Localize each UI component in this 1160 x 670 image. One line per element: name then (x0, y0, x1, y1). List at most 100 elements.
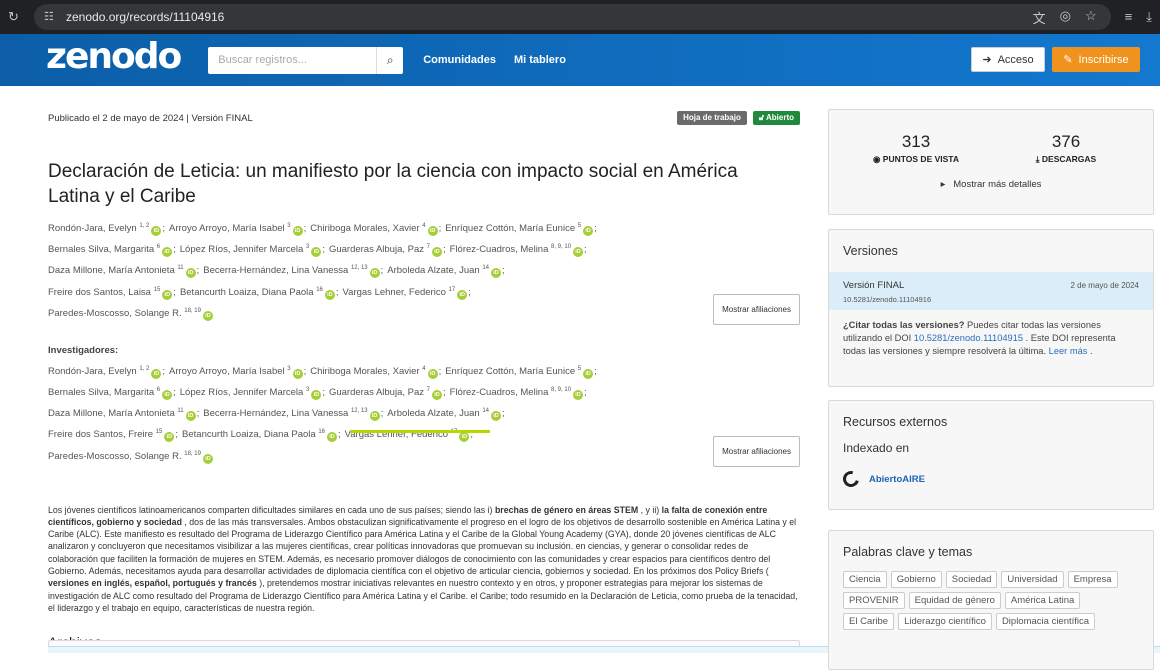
person-item[interactable]: Flórez-Cuadros, Melina 8, 9, 10iD (450, 387, 584, 401)
person-item[interactable]: Becerra-Hernández, Lina Vanessa 12, 13iD (203, 408, 380, 422)
orcid-icon[interactable]: iD (327, 432, 337, 443)
orcid-icon[interactable]: iD (162, 289, 173, 300)
person-item[interactable]: Guarderas Albuja, Paz 7iD (329, 244, 442, 258)
orcid-icon[interactable]: iD (162, 390, 173, 401)
keyword-tag[interactable]: Sociedad (945, 571, 998, 588)
person-item[interactable]: Chiriboga Morales, Xavier 4iD (310, 223, 438, 237)
keyword-tag[interactable]: PROVENIR (843, 592, 905, 609)
keyword-tag[interactable]: Liderazgo científico (898, 613, 992, 630)
orcid-icon[interactable]: iD (151, 368, 162, 379)
person-item[interactable]: López Ríos, Jennifer Marcela 3iD (180, 244, 322, 258)
zenodo-logo[interactable]: zenodo (46, 39, 182, 75)
person-item[interactable]: López Ríos, Jennifer Marcela 3iD (180, 387, 322, 401)
orcid-icon[interactable]: iD (457, 289, 468, 300)
orcid-icon[interactable]: iD (202, 310, 213, 321)
site-info-icon[interactable]: ☷ (44, 10, 58, 24)
person-name[interactable]: Daza Millone, María Antonieta (48, 408, 177, 419)
bookmark-star-icon[interactable]: ☆ (1085, 8, 1097, 27)
nav-dashboard[interactable]: Mi tablero (514, 54, 566, 66)
keyword-tag[interactable]: Empresa (1067, 571, 1118, 588)
person-item[interactable]: Arroyo Arroyo, María Isabel 3iD (169, 366, 303, 379)
orcid-icon[interactable]: iD (185, 411, 196, 422)
openaire-link[interactable]: AbiertoAIRE (869, 474, 925, 485)
show-more-details[interactable]: ▸ Mostrar más detalles (941, 179, 1042, 190)
keyword-tag[interactable]: Ciencia (843, 571, 887, 588)
orcid-icon[interactable]: iD (432, 247, 442, 258)
person-name[interactable]: Paredes-Moscosso, Solange R. (48, 451, 184, 462)
person-item[interactable]: Paredes-Moscosso, Solange R. 18, 19iD (48, 450, 213, 464)
orcid-icon[interactable]: iD (432, 390, 442, 401)
orcid-icon[interactable]: iD (164, 432, 175, 443)
orcid-icon[interactable]: iD (162, 247, 173, 258)
translate-icon[interactable]: 文 (1033, 8, 1046, 27)
orcid-icon[interactable]: iD (491, 411, 502, 422)
reload-icon[interactable]: ↻ (8, 9, 22, 25)
orcid-icon[interactable]: iD (311, 390, 322, 401)
person-item[interactable]: Freire dos Santos, Laisa 15iD (48, 286, 173, 300)
person-name[interactable]: Chiriboga Morales, Xavier (310, 366, 422, 377)
keyword-tag[interactable]: Diplomacia científica (995, 613, 1096, 630)
person-name[interactable]: Vargas Lehner, Federico (343, 287, 449, 298)
person-name[interactable]: Guarderas Albuja, Paz (329, 387, 427, 398)
person-name[interactable]: Bernales Silva, Margarita (48, 244, 157, 255)
person-item[interactable]: Arroyo Arroyo, María Isabel 3iD (169, 223, 303, 237)
person-name[interactable]: Rondón-Jara, Evelyn (48, 366, 139, 377)
person-item[interactable]: Enríquez Cottón, María Eunice 5iD (445, 223, 594, 237)
eye-off-icon[interactable]: ◎ (1060, 8, 1071, 27)
show-affiliations-button[interactable]: Mostrar afiliaciones (713, 293, 800, 325)
person-name[interactable]: Betancurth Loaiza, Diana Paola (180, 287, 316, 298)
url-text[interactable]: zenodo.org/records/11104916 (66, 10, 1033, 24)
person-item[interactable]: Bernales Silva, Margarita 6iD (48, 244, 173, 258)
person-name[interactable]: Daza Millone, María Antonieta (48, 265, 177, 276)
version-name[interactable]: Versión FINAL (843, 280, 904, 291)
orcid-icon[interactable]: iD (202, 453, 213, 464)
orcid-icon[interactable]: iD (151, 226, 162, 237)
tab-search-icon[interactable]: ≡ (1125, 9, 1133, 25)
person-name[interactable]: Guarderas Albuja, Paz (329, 244, 427, 255)
orcid-icon[interactable]: iD (369, 411, 380, 422)
keyword-tag[interactable]: América Latina (1004, 592, 1081, 609)
person-name[interactable]: Rondón-Jara, Evelyn (48, 223, 139, 234)
person-item[interactable]: Betancurth Loaiza, Diana Paola 16iD (180, 286, 335, 300)
person-item[interactable]: Freire dos Santos, Freire 15iD (48, 429, 175, 443)
orcid-icon[interactable]: iD (185, 268, 196, 279)
resource-item[interactable]: AbiertoAIRE (829, 455, 1153, 490)
person-name[interactable]: Arroyo Arroyo, María Isabel (169, 366, 287, 377)
person-item[interactable]: Flórez-Cuadros, Melina 8, 9, 10iD (450, 244, 584, 258)
orcid-icon[interactable]: iD (459, 432, 470, 443)
person-name[interactable]: Freire dos Santos, Freire (48, 429, 156, 440)
person-name[interactable]: Chiriboga Morales, Xavier (310, 223, 422, 234)
orcid-icon[interactable]: iD (491, 268, 502, 279)
person-name[interactable]: López Ríos, Jennifer Marcela (180, 387, 306, 398)
orcid-icon[interactable]: iD (573, 390, 584, 401)
person-name[interactable]: Paredes-Moscosso, Solange R. (48, 308, 184, 319)
person-item[interactable]: Rondón-Jara, Evelyn 1, 2iD (48, 366, 162, 379)
read-more-link[interactable]: Leer más (1049, 346, 1088, 356)
address-bar[interactable]: ☷ zenodo.org/records/11104916 文 ◎ ☆ (34, 4, 1111, 30)
orcid-icon[interactable]: iD (427, 368, 438, 379)
download-icon[interactable]: ⤓ (1146, 9, 1152, 25)
person-item[interactable]: Betancurth Loaiza, Diana Paola 16iD (182, 429, 337, 443)
orcid-icon[interactable]: iD (311, 247, 322, 258)
signup-button[interactable]: ✎ Inscribirse (1052, 47, 1140, 72)
person-name[interactable]: Becerra-Hernández, Lina Vanessa (203, 408, 351, 419)
keyword-tag[interactable]: Universidad (1001, 571, 1064, 588)
person-item[interactable]: Becerra-Hernández, Lina Vanessa 12, 13iD (203, 265, 380, 279)
orcid-icon[interactable]: iD (573, 247, 584, 258)
person-item[interactable]: Bernales Silva, Margarita 6iD (48, 387, 173, 401)
person-item[interactable]: Rondón-Jara, Evelyn 1, 2iD (48, 223, 162, 237)
person-name[interactable]: Flórez-Cuadros, Melina (450, 244, 551, 255)
search-button[interactable]: ⌕ (376, 46, 404, 74)
person-name[interactable]: Arboleda Alzate, Juan (387, 408, 482, 419)
orcid-icon[interactable]: iD (427, 226, 438, 237)
concept-doi-link[interactable]: 10.5281/zenodo.11104915 (914, 333, 1023, 343)
person-item[interactable]: Daza Millone, María Antonieta 11iD (48, 265, 196, 279)
keyword-tag[interactable]: Gobierno (890, 571, 942, 588)
orcid-icon[interactable]: iD (292, 368, 303, 379)
person-name[interactable]: Arboleda Alzate, Juan (387, 265, 482, 276)
keyword-tag[interactable]: El Caribe (843, 613, 895, 630)
orcid-icon[interactable]: iD (369, 268, 380, 279)
person-item[interactable]: Paredes-Moscosso, Solange R. 18, 19iD (48, 308, 213, 321)
person-item[interactable]: Chiriboga Morales, Xavier 4iD (310, 366, 438, 379)
orcid-icon[interactable]: iD (324, 289, 335, 300)
